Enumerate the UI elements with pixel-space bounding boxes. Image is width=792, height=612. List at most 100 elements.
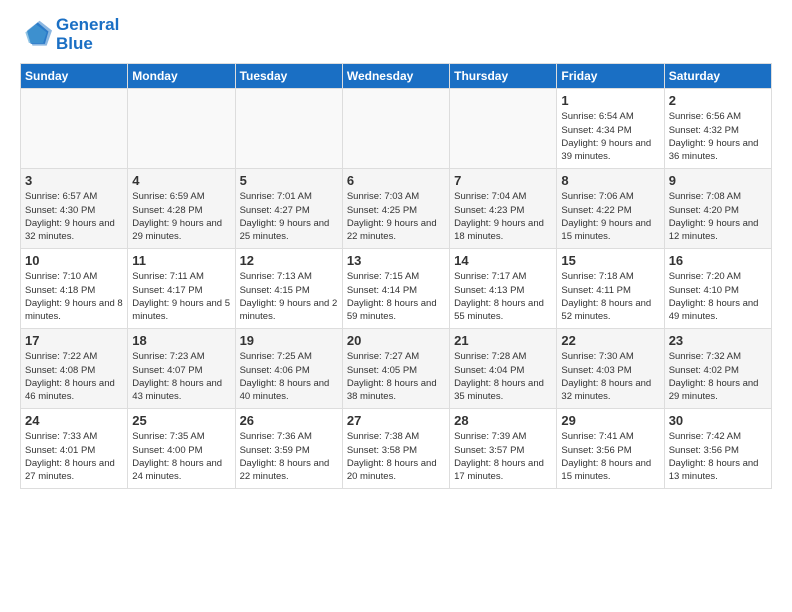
day-number: 11 bbox=[132, 253, 230, 268]
day-info: Sunrise: 7:42 AM Sunset: 3:56 PM Dayligh… bbox=[669, 430, 767, 483]
day-number: 27 bbox=[347, 413, 445, 428]
calendar-cell: 8 Sunrise: 7:06 AM Sunset: 4:22 PM Daylig… bbox=[557, 169, 664, 249]
day-info: Sunrise: 6:59 AM Sunset: 4:28 PM Dayligh… bbox=[132, 190, 230, 243]
calendar-cell: 16 Sunrise: 7:20 AM Sunset: 4:10 PM Dayli… bbox=[664, 249, 771, 329]
calendar-cell: 19 Sunrise: 7:25 AM Sunset: 4:06 PM Dayli… bbox=[235, 329, 342, 409]
calendar-cell: 20 Sunrise: 7:27 AM Sunset: 4:05 PM Dayli… bbox=[342, 329, 449, 409]
calendar-cell: 11 Sunrise: 7:11 AM Sunset: 4:17 PM Dayli… bbox=[128, 249, 235, 329]
header-cell-sunday: Sunday bbox=[21, 64, 128, 89]
calendar-cell: 5 Sunrise: 7:01 AM Sunset: 4:27 PM Daylig… bbox=[235, 169, 342, 249]
calendar-week-2: 3 Sunrise: 6:57 AM Sunset: 4:30 PM Daylig… bbox=[21, 169, 772, 249]
day-number: 23 bbox=[669, 333, 767, 348]
header-cell-friday: Friday bbox=[557, 64, 664, 89]
calendar-cell: 1Sunrise: 6:54 AM Sunset: 4:34 PM Daylig… bbox=[557, 89, 664, 169]
day-info: Sunrise: 7:28 AM Sunset: 4:04 PM Dayligh… bbox=[454, 350, 552, 403]
calendar-cell: 3 Sunrise: 6:57 AM Sunset: 4:30 PM Daylig… bbox=[21, 169, 128, 249]
day-info: Sunrise: 6:56 AM Sunset: 4:32 PM Dayligh… bbox=[669, 110, 767, 163]
day-number: 5 bbox=[240, 173, 338, 188]
calendar-cell: 27 Sunrise: 7:38 AM Sunset: 3:58 PM Dayli… bbox=[342, 409, 449, 489]
day-number: 2 bbox=[669, 93, 767, 108]
calendar-cell: 21 Sunrise: 7:28 AM Sunset: 4:04 PM Dayli… bbox=[450, 329, 557, 409]
calendar-cell: 2 Sunrise: 6:56 AM Sunset: 4:32 PM Daylig… bbox=[664, 89, 771, 169]
day-info: Sunrise: 7:33 AM Sunset: 4:01 PM Dayligh… bbox=[25, 430, 123, 483]
calendar-cell: 14 Sunrise: 7:17 AM Sunset: 4:13 PM Dayli… bbox=[450, 249, 557, 329]
day-number: 4 bbox=[132, 173, 230, 188]
day-info: Sunrise: 7:25 AM Sunset: 4:06 PM Dayligh… bbox=[240, 350, 338, 403]
day-info: Sunrise: 7:10 AM Sunset: 4:18 PM Dayligh… bbox=[25, 270, 123, 323]
day-info: Sunrise: 6:57 AM Sunset: 4:30 PM Dayligh… bbox=[25, 190, 123, 243]
calendar-week-3: 10 Sunrise: 7:10 AM Sunset: 4:18 PM Dayli… bbox=[21, 249, 772, 329]
calendar-cell bbox=[235, 89, 342, 169]
day-number: 21 bbox=[454, 333, 552, 348]
day-number: 16 bbox=[669, 253, 767, 268]
day-info: Sunrise: 7:01 AM Sunset: 4:27 PM Dayligh… bbox=[240, 190, 338, 243]
calendar-table: SundayMondayTuesdayWednesdayThursdayFrid… bbox=[20, 63, 772, 489]
calendar-cell bbox=[450, 89, 557, 169]
calendar-cell: 4 Sunrise: 6:59 AM Sunset: 4:28 PM Daylig… bbox=[128, 169, 235, 249]
day-number: 13 bbox=[347, 253, 445, 268]
calendar-cell bbox=[342, 89, 449, 169]
day-info: Sunrise: 7:18 AM Sunset: 4:11 PM Dayligh… bbox=[561, 270, 659, 323]
day-number: 8 bbox=[561, 173, 659, 188]
day-number: 20 bbox=[347, 333, 445, 348]
day-number: 10 bbox=[25, 253, 123, 268]
day-number: 14 bbox=[454, 253, 552, 268]
calendar-cell: 10 Sunrise: 7:10 AM Sunset: 4:18 PM Dayli… bbox=[21, 249, 128, 329]
calendar-cell bbox=[21, 89, 128, 169]
calendar-week-4: 17Sunrise: 7:22 AM Sunset: 4:08 PM Dayli… bbox=[21, 329, 772, 409]
day-number: 18 bbox=[132, 333, 230, 348]
calendar-cell: 26Sunrise: 7:36 AM Sunset: 3:59 PM Dayli… bbox=[235, 409, 342, 489]
page-container: General Blue SundayMondayTuesdayWednesda… bbox=[0, 0, 792, 499]
day-number: 19 bbox=[240, 333, 338, 348]
day-number: 3 bbox=[25, 173, 123, 188]
day-number: 24 bbox=[25, 413, 123, 428]
calendar-cell: 29Sunrise: 7:41 AM Sunset: 3:56 PM Dayli… bbox=[557, 409, 664, 489]
day-info: Sunrise: 7:06 AM Sunset: 4:22 PM Dayligh… bbox=[561, 190, 659, 243]
day-info: Sunrise: 7:27 AM Sunset: 4:05 PM Dayligh… bbox=[347, 350, 445, 403]
header-row: SundayMondayTuesdayWednesdayThursdayFrid… bbox=[21, 64, 772, 89]
calendar-week-1: 1Sunrise: 6:54 AM Sunset: 4:34 PM Daylig… bbox=[21, 89, 772, 169]
calendar-cell: 22 Sunrise: 7:30 AM Sunset: 4:03 PM Dayli… bbox=[557, 329, 664, 409]
header-cell-monday: Monday bbox=[128, 64, 235, 89]
calendar-cell: 7Sunrise: 7:04 AM Sunset: 4:23 PM Daylig… bbox=[450, 169, 557, 249]
calendar-cell: 15 Sunrise: 7:18 AM Sunset: 4:11 PM Dayli… bbox=[557, 249, 664, 329]
day-info: Sunrise: 6:54 AM Sunset: 4:34 PM Dayligh… bbox=[561, 110, 659, 163]
day-info: Sunrise: 7:08 AM Sunset: 4:20 PM Dayligh… bbox=[669, 190, 767, 243]
calendar-cell: 17Sunrise: 7:22 AM Sunset: 4:08 PM Dayli… bbox=[21, 329, 128, 409]
calendar-cell: 30 Sunrise: 7:42 AM Sunset: 3:56 PM Dayli… bbox=[664, 409, 771, 489]
day-number: 6 bbox=[347, 173, 445, 188]
day-info: Sunrise: 7:32 AM Sunset: 4:02 PM Dayligh… bbox=[669, 350, 767, 403]
day-info: Sunrise: 7:13 AM Sunset: 4:15 PM Dayligh… bbox=[240, 270, 338, 323]
day-info: Sunrise: 7:17 AM Sunset: 4:13 PM Dayligh… bbox=[454, 270, 552, 323]
calendar-cell: 23 Sunrise: 7:32 AM Sunset: 4:02 PM Dayli… bbox=[664, 329, 771, 409]
day-info: Sunrise: 7:38 AM Sunset: 3:58 PM Dayligh… bbox=[347, 430, 445, 483]
calendar-cell: 12 Sunrise: 7:13 AM Sunset: 4:15 PM Dayli… bbox=[235, 249, 342, 329]
day-number: 28 bbox=[454, 413, 552, 428]
day-info: Sunrise: 7:30 AM Sunset: 4:03 PM Dayligh… bbox=[561, 350, 659, 403]
calendar-cell: 13 Sunrise: 7:15 AM Sunset: 4:14 PM Dayli… bbox=[342, 249, 449, 329]
day-info: Sunrise: 7:04 AM Sunset: 4:23 PM Dayligh… bbox=[454, 190, 552, 243]
calendar-cell: 28 Sunrise: 7:39 AM Sunset: 3:57 PM Dayli… bbox=[450, 409, 557, 489]
day-info: Sunrise: 7:11 AM Sunset: 4:17 PM Dayligh… bbox=[132, 270, 230, 323]
day-number: 25 bbox=[132, 413, 230, 428]
day-number: 22 bbox=[561, 333, 659, 348]
day-number: 9 bbox=[669, 173, 767, 188]
header-cell-wednesday: Wednesday bbox=[342, 64, 449, 89]
calendar-cell: 18 Sunrise: 7:23 AM Sunset: 4:07 PM Dayli… bbox=[128, 329, 235, 409]
calendar-cell: 25Sunrise: 7:35 AM Sunset: 4:00 PM Dayli… bbox=[128, 409, 235, 489]
day-info: Sunrise: 7:03 AM Sunset: 4:25 PM Dayligh… bbox=[347, 190, 445, 243]
logo-text: General Blue bbox=[56, 16, 119, 53]
calendar-week-5: 24 Sunrise: 7:33 AM Sunset: 4:01 PM Dayli… bbox=[21, 409, 772, 489]
day-number: 12 bbox=[240, 253, 338, 268]
day-info: Sunrise: 7:22 AM Sunset: 4:08 PM Dayligh… bbox=[25, 350, 123, 403]
day-number: 15 bbox=[561, 253, 659, 268]
day-info: Sunrise: 7:20 AM Sunset: 4:10 PM Dayligh… bbox=[669, 270, 767, 323]
day-info: Sunrise: 7:15 AM Sunset: 4:14 PM Dayligh… bbox=[347, 270, 445, 323]
day-info: Sunrise: 7:39 AM Sunset: 3:57 PM Dayligh… bbox=[454, 430, 552, 483]
day-number: 30 bbox=[669, 413, 767, 428]
calendar-cell bbox=[128, 89, 235, 169]
day-number: 29 bbox=[561, 413, 659, 428]
calendar-cell: 6 Sunrise: 7:03 AM Sunset: 4:25 PM Daylig… bbox=[342, 169, 449, 249]
header-cell-tuesday: Tuesday bbox=[235, 64, 342, 89]
day-info: Sunrise: 7:23 AM Sunset: 4:07 PM Dayligh… bbox=[132, 350, 230, 403]
